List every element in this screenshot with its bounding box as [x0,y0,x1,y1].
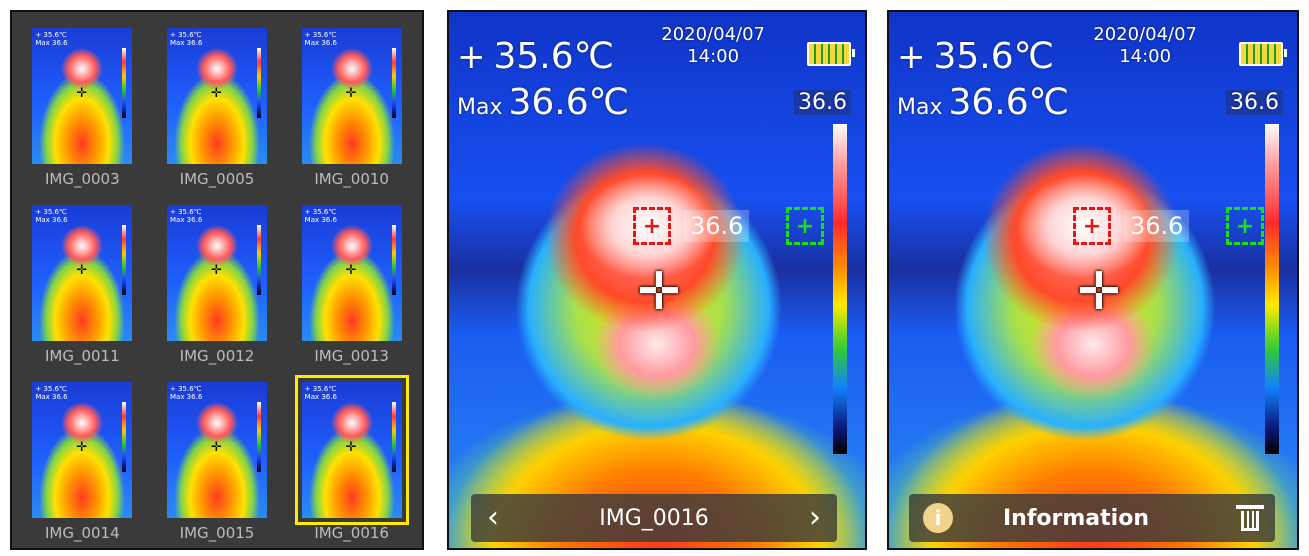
spot-temperature: 36.6 [1124,210,1190,242]
trash-icon[interactable] [1236,505,1264,531]
center-temperature: +35.6℃ [897,36,1054,77]
center-temperature: +35.6℃ [457,36,614,77]
thumbnail-item[interactable]: + 35.6℃ Max 36.6 ✛ IMG_0010 [289,20,414,197]
date-text: 2020/04/07 [1093,24,1197,45]
thermal-thumbnail[interactable]: + 35.6℃ Max 36.6 ✛ [166,28,267,164]
spot-temperature: 36.6 [684,210,750,242]
max-temperature-value: 36.6℃ [948,82,1070,123]
center-crosshair-icon: ✛ [637,262,681,322]
max-label: Max [897,95,943,120]
thumbnail-caption: IMG_0005 [179,170,255,188]
image-nav-bar: ‹ IMG_0016 › [471,494,837,542]
thumbnail-caption: IMG_0014 [44,524,120,542]
max-label: Max [457,95,503,120]
thumbnail-grid: + 35.6℃ Max 36.6 ✛ IMG_0003 + 35.6℃ Max 36.… [20,20,414,548]
thumbnail-item-selected[interactable]: + 35.6℃ Max 36.6 ✛ IMG_0016 [289,374,414,548]
thermal-thumbnail[interactable]: + 35.6℃ Max 36.6 ✛ [166,205,267,341]
thermal-thumbnail[interactable]: + 35.6℃ Max 36.6 ✛ [32,382,133,518]
thumbnail-item[interactable]: + 35.6℃ Max 36.6 ✛ IMG_0005 [155,20,280,197]
center-temperature-value: 35.6℃ [493,36,615,77]
max-temperature: Max 36.6℃ [457,82,629,123]
thumbnail-caption: IMG_0013 [314,347,389,365]
chevron-left-icon[interactable]: ‹ [487,503,499,533]
battery-icon [1239,42,1287,66]
thermal-thumbnail[interactable]: + 35.6℃ Max 36.6 ✛ [294,375,409,525]
hot-spot-marker-icon: + [633,207,671,245]
image-name: IMG_0016 [599,505,709,531]
cold-spot-marker-icon: + [1226,207,1264,245]
thumbnail-caption: IMG_0003 [44,170,120,188]
gallery-panel: + 35.6℃ Max 36.6 ✛ IMG_0003 + 35.6℃ Max 36.… [10,10,424,550]
center-crosshair-icon: ✛ [1077,262,1121,322]
thumbnail-item[interactable]: + 35.6℃ Max 36.6 ✛ IMG_0014 [20,374,145,548]
thumbnail-caption: IMG_0011 [44,347,120,365]
thumbnail-caption: IMG_0016 [314,524,389,542]
info-icon[interactable]: i [923,503,953,533]
thumbnail-item[interactable]: + 35.6℃ Max 36.6 ✛ IMG_0012 [155,197,280,374]
thumbnail-caption: IMG_0010 [314,170,389,188]
image-info-panel: +35.6℃ Max 36.6℃ 2020/04/07 14:00 36.6 + 3… [887,10,1299,550]
thermal-thumbnail[interactable]: + 35.6℃ Max 36.6 ✛ [32,28,133,164]
thermal-thumbnail[interactable]: + 35.6℃ Max 36.6 ✛ [301,28,402,164]
scale-max-value: 36.6 [794,90,851,115]
temperature-colorbar [833,124,847,454]
hot-spot-marker-icon: + [1073,207,1111,245]
thumbnail-item[interactable]: + 35.6℃ Max 36.6 ✛ IMG_0013 [289,197,414,374]
cold-spot-marker-icon: + [786,207,824,245]
scale-max-value: 36.6 [1226,90,1283,115]
thumbnail-caption: IMG_0012 [179,347,255,365]
max-temperature: Max 36.6℃ [897,82,1069,123]
date-text: 2020/04/07 [661,24,765,45]
time-text: 14:00 [1119,46,1172,67]
time-text: 14:00 [687,46,740,67]
battery-icon [807,42,855,66]
crosshair-icon: + [897,37,926,77]
thumbnail-caption: IMG_0015 [179,524,255,542]
thermal-thumbnail[interactable]: + 35.6℃ Max 36.6 ✛ [32,205,133,341]
thumbnail-item[interactable]: + 35.6℃ Max 36.6 ✛ IMG_0015 [155,374,280,548]
info-action-bar: i Information [909,494,1275,542]
thermal-thumbnail[interactable]: + 35.6℃ Max 36.6 ✛ [301,205,402,341]
crosshair-icon: + [457,37,486,77]
center-temperature-value: 35.6℃ [933,36,1055,77]
chevron-right-icon[interactable]: › [809,503,821,533]
thumbnail-item[interactable]: + 35.6℃ Max 36.6 ✛ IMG_0003 [20,20,145,197]
thermal-thumbnail[interactable]: + 35.6℃ Max 36.6 ✛ [166,382,267,518]
temperature-colorbar [1265,124,1279,454]
max-temperature-value: 36.6℃ [508,82,630,123]
datetime: 2020/04/07 14:00 [661,24,765,68]
datetime: 2020/04/07 14:00 [1093,24,1197,68]
thumbnail-item[interactable]: + 35.6℃ Max 36.6 ✛ IMG_0011 [20,197,145,374]
information-button[interactable]: Information [1003,506,1149,531]
image-viewer-panel: +35.6℃ Max 36.6℃ 2020/04/07 14:00 36.6 + 3… [447,10,867,550]
